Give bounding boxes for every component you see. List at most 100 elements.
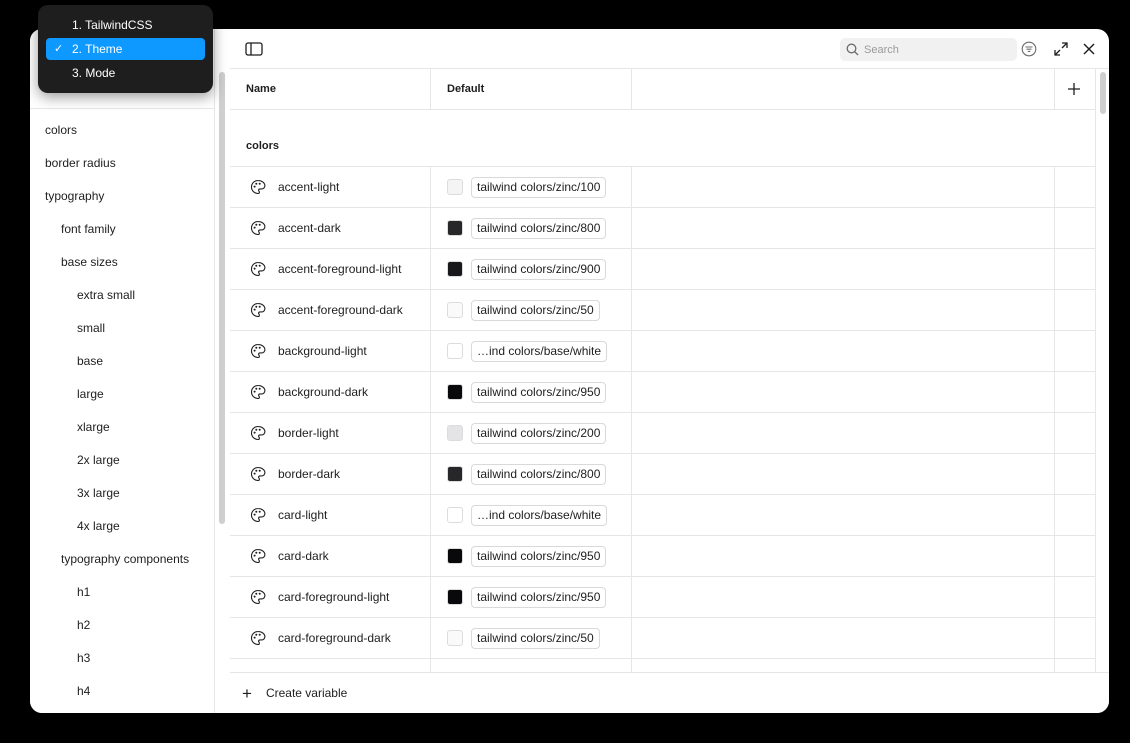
palette-icon	[250, 507, 266, 523]
sidebar-group-item[interactable]: typography	[30, 180, 104, 213]
color-swatch[interactable]	[447, 507, 463, 523]
color-swatch[interactable]	[447, 261, 463, 277]
variable-row[interactable]: card-foreground-dark tailwind colors/zinc…	[230, 618, 1096, 659]
filter-button[interactable]	[1017, 37, 1041, 61]
color-swatch[interactable]	[447, 630, 463, 646]
color-swatch[interactable]	[447, 179, 463, 195]
sidebar-group-item[interactable]: typography components	[30, 543, 189, 576]
variable-name[interactable]: card-foreground-dark	[278, 618, 391, 658]
toggle-sidebar-button[interactable]	[242, 37, 266, 61]
sidebar-group-item[interactable]: small	[30, 312, 105, 345]
search-icon	[846, 43, 859, 56]
color-swatch[interactable]	[447, 302, 463, 318]
variable-name[interactable]: card-dark	[278, 536, 329, 576]
collection-menu-label: 2. Theme	[72, 42, 123, 56]
palette-icon	[250, 179, 266, 195]
color-swatch[interactable]	[447, 548, 463, 564]
sidebar-group-item[interactable]: border radius	[30, 147, 116, 180]
plus-icon	[1068, 83, 1080, 95]
sidebar-group-item[interactable]: base	[30, 345, 103, 378]
expand-icon	[1054, 42, 1068, 56]
palette-icon	[250, 384, 266, 400]
collection-menu-item[interactable]: ✓ 2. Theme	[46, 38, 205, 60]
variable-name[interactable]: border-dark	[278, 454, 340, 494]
variable-row[interactable]: accent-foreground-light tailwind colors/z…	[230, 249, 1096, 290]
palette-icon	[250, 343, 266, 359]
sidebar-group-item[interactable]: large	[30, 378, 104, 411]
variable-name[interactable]: card-light	[278, 495, 327, 535]
create-variable-button[interactable]: + Create variable	[242, 679, 347, 707]
search-field[interactable]	[840, 38, 1017, 61]
color-swatch[interactable]	[447, 425, 463, 441]
sidebar-group-item[interactable]: h2	[30, 609, 90, 642]
collection-menu-item[interactable]: 3. Mode	[46, 62, 205, 84]
variable-name[interactable]: border-light	[278, 413, 339, 453]
alias-value-pill[interactable]: tailwind colors/zinc/950	[471, 382, 607, 403]
column-header-name: Name	[246, 83, 276, 95]
sidebar-group-item[interactable]: 3x large	[30, 477, 120, 510]
variable-name[interactable]: accent-foreground-dark	[278, 290, 403, 330]
sidebar-group-item[interactable]: base sizes	[30, 246, 118, 279]
variable-row[interactable]: background-dark tailwind colors/zinc/950	[230, 372, 1096, 413]
color-swatch[interactable]	[447, 589, 463, 605]
check-icon: ✓	[54, 43, 64, 55]
sidebar-group-item[interactable]: 4x large	[30, 510, 120, 543]
table-scrollbar[interactable]	[1100, 72, 1106, 114]
alias-value-pill[interactable]: tailwind colors/zinc/50	[471, 300, 600, 321]
search-input[interactable]	[864, 43, 1004, 56]
group-header-row: colors	[230, 110, 1096, 167]
sidebar-group-item[interactable]: colors	[30, 114, 77, 147]
sidebar-scrollbar[interactable]	[219, 72, 225, 524]
palette-icon	[250, 220, 266, 236]
collection-menu-item[interactable]: 1. TailwindCSS	[46, 14, 205, 36]
expand-button[interactable]	[1049, 37, 1073, 61]
alias-value-pill[interactable]: tailwind colors/zinc/800	[471, 464, 607, 485]
color-swatch[interactable]	[447, 466, 463, 482]
color-swatch[interactable]	[447, 220, 463, 236]
alias-value-pill[interactable]: tailwind colors/zinc/900	[471, 259, 607, 280]
variable-row[interactable]: card-foreground-light tailwind colors/zin…	[230, 577, 1096, 618]
add-mode-button[interactable]	[1062, 77, 1086, 101]
color-swatch[interactable]	[447, 384, 463, 400]
variable-row[interactable]: accent-foreground-dark tailwind colors/zi…	[230, 290, 1096, 331]
palette-icon	[250, 630, 266, 646]
variable-name[interactable]: card-foreground-light	[278, 577, 389, 617]
variable-row[interactable]: background-light …ind colors/base/white	[230, 331, 1096, 372]
create-variable-label: Create variable	[265, 686, 348, 700]
variable-row[interactable]: accent-light tailwind colors/zinc/100	[230, 167, 1096, 208]
variables-window: colors border radius typography font family…	[30, 29, 1109, 713]
sidebar-group-item[interactable]: h4	[30, 675, 90, 708]
sidebar-group-item[interactable]: h1	[30, 576, 90, 609]
variable-row[interactable]: border-dark tailwind colors/zinc/800	[230, 454, 1096, 495]
sidebar-group-item[interactable]: extra small	[30, 279, 135, 312]
sidebar-group-item[interactable]: xlarge	[30, 411, 110, 444]
variable-name[interactable]: accent-foreground-light	[278, 249, 401, 289]
table-header: Name Default	[230, 69, 1096, 110]
sidebar-group-item[interactable]: font family	[30, 213, 116, 246]
alias-value-pill[interactable]: tailwind colors/zinc/950	[471, 546, 607, 567]
alias-value-pill[interactable]: tailwind colors/zinc/200	[471, 423, 607, 444]
alias-value-pill[interactable]: tailwind colors/zinc/800	[471, 218, 607, 239]
variable-row[interactable]: card-dark tailwind colors/zinc/950	[230, 536, 1096, 577]
sidebar-group-item[interactable]: h3	[30, 642, 90, 675]
color-swatch[interactable]	[447, 343, 463, 359]
alias-value-pill[interactable]: tailwind colors/zinc/100	[471, 177, 607, 198]
collection-dropdown: 1. TailwindCSS ✓ 2. Theme 3. Mode	[38, 5, 213, 93]
variable-name[interactable]: accent-dark	[278, 208, 341, 248]
variable-row[interactable]: accent-dark tailwind colors/zinc/800	[230, 208, 1096, 249]
variable-name[interactable]: background-dark	[278, 372, 368, 412]
palette-icon	[250, 261, 266, 277]
footer: + Create variable	[230, 672, 1109, 713]
close-button[interactable]	[1077, 37, 1101, 61]
alias-value-pill[interactable]: …ind colors/base/white	[471, 505, 608, 526]
alias-value-pill[interactable]: …ind colors/base/white	[471, 341, 608, 362]
sidebar-group-item[interactable]: 2x large	[30, 444, 120, 477]
alias-value-pill[interactable]: tailwind colors/zinc/950	[471, 587, 607, 608]
variable-name[interactable]: background-light	[278, 331, 367, 371]
plus-icon: +	[242, 683, 252, 703]
alias-value-pill[interactable]: tailwind colors/zinc/50	[471, 628, 600, 649]
variable-row[interactable]: card-light …ind colors/base/white	[230, 495, 1096, 536]
filter-icon	[1021, 41, 1037, 57]
variable-name[interactable]: accent-light	[278, 167, 339, 207]
variable-row[interactable]: border-light tailwind colors/zinc/200	[230, 413, 1096, 454]
